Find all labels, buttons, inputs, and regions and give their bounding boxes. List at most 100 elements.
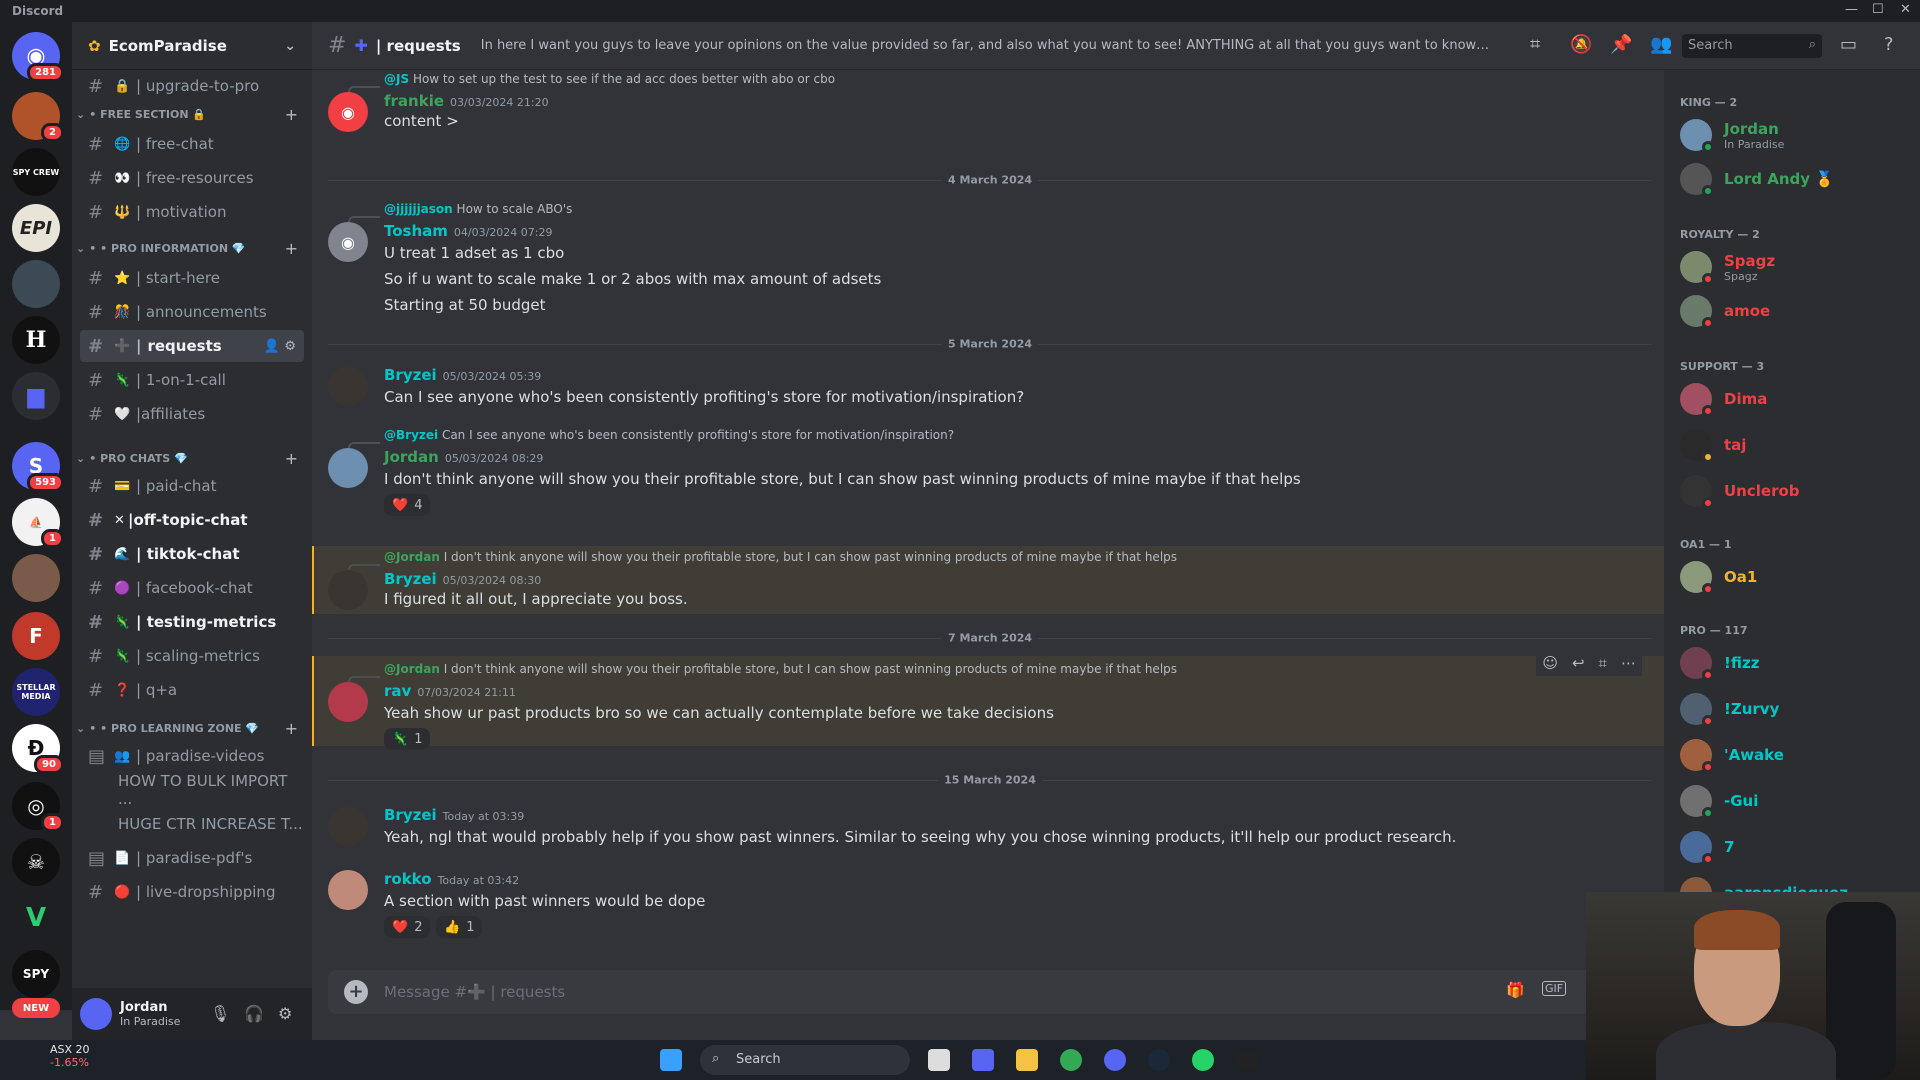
invite-icon[interactable]: 👤 — [264, 339, 280, 354]
avatar[interactable]: ◉ — [328, 222, 368, 262]
server-icon[interactable] — [12, 554, 60, 602]
chrome-icon[interactable] — [1060, 1049, 1082, 1071]
create-thread-icon[interactable]: ⌗ — [1599, 654, 1607, 672]
server-icon[interactable]: H — [12, 316, 60, 364]
channel-free-resources[interactable]: # 👀 | free-resources — [80, 162, 304, 194]
reply-preview[interactable]: @Bryzei Can I see anyone who's been cons… — [384, 428, 954, 442]
avatar[interactable] — [80, 998, 112, 1030]
channel-requests[interactable]: # ➕ | requests 👤 ⚙ — [80, 330, 304, 362]
channel-paradise-pdfs[interactable]: ▤ 📄 | paradise-pdf's — [80, 842, 304, 874]
channel-q-a[interactable]: # ❓ | q+a — [80, 674, 304, 706]
server-icon[interactable]: SPY CREW — [12, 148, 60, 196]
channel-paradise-videos[interactable]: ▤ 👥 | paradise-videos — [80, 740, 304, 772]
server-icon[interactable]: ⛵ 1 — [12, 498, 64, 548]
member-item[interactable]: !Zurvy — [1672, 688, 1904, 730]
channel-live-dropshipping[interactable]: # 🔴 | live-dropshipping — [80, 876, 304, 908]
channel-announcements[interactable]: # 🎊 | announcements — [80, 296, 304, 328]
member-item[interactable]: amoe — [1672, 290, 1904, 332]
task-view-icon[interactable] — [928, 1049, 950, 1071]
add-channel-icon[interactable]: + — [285, 449, 298, 468]
member-item[interactable]: Jordan In Paradise — [1672, 114, 1904, 156]
reaction[interactable]: ❤️ 2 — [384, 916, 431, 938]
gear-icon[interactable]: ⚙ — [284, 339, 296, 354]
gift-icon[interactable]: 🎁 — [1506, 981, 1525, 999]
server-icon[interactable]: 2 — [12, 92, 64, 142]
add-channel-icon[interactable]: + — [285, 719, 298, 738]
member-item[interactable]: -Gui — [1672, 780, 1904, 822]
microphone-icon[interactable]: 🎙 — [210, 1004, 230, 1023]
channel-upgrade-to-pro[interactable]: # 🔒 | upgrade-to-pro — [80, 70, 304, 102]
channel-affiliates[interactable]: # 🤍 |affiliates — [80, 398, 304, 430]
channel-1-on-1-call[interactable]: # 🦎 | 1-on-1-call — [80, 364, 304, 396]
member-list-icon[interactable]: 👥 — [1650, 34, 1672, 55]
message-author[interactable]: frankie 03/03/2024 21:20 — [384, 92, 549, 110]
reply-icon[interactable]: ↩ — [1572, 654, 1585, 672]
stock-ticker[interactable]: ASX 20 -1.65% — [50, 1043, 90, 1069]
message-author[interactable]: Tosham 04/03/2024 07:29 — [384, 222, 553, 240]
channel-topic[interactable]: In here I want you guys to leave your op… — [481, 38, 1491, 53]
add-attachment-icon[interactable]: + — [344, 980, 368, 1004]
new-servers-button[interactable]: NEW — [12, 998, 60, 1018]
channel-free-chat[interactable]: # 🌐 | free-chat — [80, 128, 304, 160]
maximize-icon[interactable]: ☐ — [1872, 2, 1884, 17]
minimize-icon[interactable]: — — [1845, 2, 1858, 17]
guild-header[interactable]: ✿ EcomParadise ⌄ — [72, 22, 312, 70]
avatar[interactable] — [328, 870, 368, 910]
reaction[interactable]: 🦎 1 — [384, 728, 431, 750]
more-icon[interactable]: ⋯ — [1621, 654, 1636, 672]
category-pro-chats[interactable]: ⌄ • PRO CHATS 💎 + — [72, 448, 312, 468]
steam-icon[interactable] — [1148, 1049, 1170, 1071]
channel-facebook-chat[interactable]: # 🟣 | facebook-chat — [80, 572, 304, 604]
server-icon[interactable]: S 593 — [12, 442, 64, 492]
member-item[interactable]: Oa1 — [1672, 556, 1904, 598]
avatar[interactable] — [328, 682, 368, 722]
server-icon[interactable]: V — [12, 894, 60, 942]
avatar[interactable] — [328, 806, 368, 846]
gif-icon[interactable]: GIF — [1542, 981, 1567, 996]
message-author[interactable]: rokko Today at 03:42 — [384, 870, 519, 888]
gear-icon[interactable]: ⚙ — [278, 1004, 292, 1023]
channel-start-here[interactable]: # ⭐ | start-here — [80, 262, 304, 294]
reply-preview[interactable]: @jjjjjjason How to scale ABO's — [384, 202, 572, 216]
channel-off-topic-chat[interactable]: # ✕ |off-topic-chat — [80, 504, 304, 536]
message-composer[interactable]: + Message #➕ | requests 🎁 GIF — [328, 970, 1648, 1014]
close-icon[interactable]: ✕ — [1900, 2, 1911, 17]
discord-taskbar-icon[interactable] — [1104, 1049, 1126, 1071]
message-author[interactable]: rav 07/03/2024 21:11 — [384, 682, 516, 700]
member-item[interactable]: 7 — [1672, 826, 1904, 868]
server-folder[interactable]: ▆ — [12, 372, 60, 420]
server-icon[interactable]: STELLAR MEDIA — [12, 668, 60, 716]
reply-preview[interactable]: @JS How to set up the test to see if the… — [384, 72, 835, 86]
avatar[interactable]: ◉ — [328, 92, 368, 132]
member-item[interactable]: Spagz Spagz — [1672, 246, 1904, 288]
channel-testing-metrics[interactable]: # 🦎 | testing-metrics — [80, 606, 304, 638]
user-info[interactable]: Jordan In Paradise — [112, 1000, 180, 1028]
pin-icon[interactable]: 📌 — [1610, 34, 1632, 55]
server-icon[interactable]: Ɖ 90 — [12, 724, 64, 774]
category-pro-information[interactable]: ⌄ • • PRO INFORMATION 💎 + — [72, 238, 312, 258]
channel-tiktok-chat[interactable]: # 🌊 | tiktok-chat — [80, 538, 304, 570]
avatar[interactable] — [328, 366, 368, 406]
help-icon[interactable]: ? — [1884, 34, 1894, 55]
teams-icon[interactable] — [972, 1049, 994, 1071]
server-icon[interactable]: ◎ 1 — [12, 782, 64, 832]
server-icon[interactable]: EPI — [12, 204, 60, 252]
add-channel-icon[interactable]: + — [285, 105, 298, 124]
message-author[interactable]: Bryzei 05/03/2024 05:39 — [384, 366, 541, 384]
reply-preview[interactable]: @Jordan I don't think anyone will show y… — [384, 662, 1177, 676]
member-item[interactable]: !fizz — [1672, 642, 1904, 684]
thread-ctr-increase[interactable]: HUGE CTR INCREASE T... — [108, 808, 304, 840]
channel-motivation[interactable]: # 🔱 | motivation — [80, 196, 304, 228]
threads-icon[interactable]: ⌗ — [1530, 34, 1540, 55]
avatar[interactable] — [328, 448, 368, 488]
message-author[interactable]: Bryzei Today at 03:39 — [384, 806, 524, 824]
windows-start-icon[interactable] — [660, 1049, 682, 1071]
reply-preview[interactable]: @Jordan I don't think anyone will show y… — [384, 550, 1177, 564]
member-item[interactable]: 'Awake — [1672, 734, 1904, 776]
server-icon[interactable] — [12, 260, 60, 308]
server-icon[interactable]: F — [12, 612, 60, 660]
avatar[interactable] — [328, 570, 368, 610]
message-author[interactable]: Jordan 05/03/2024 08:29 — [384, 448, 543, 466]
app-icon[interactable] — [1236, 1049, 1258, 1071]
server-icon[interactable]: ☠ — [12, 838, 60, 886]
